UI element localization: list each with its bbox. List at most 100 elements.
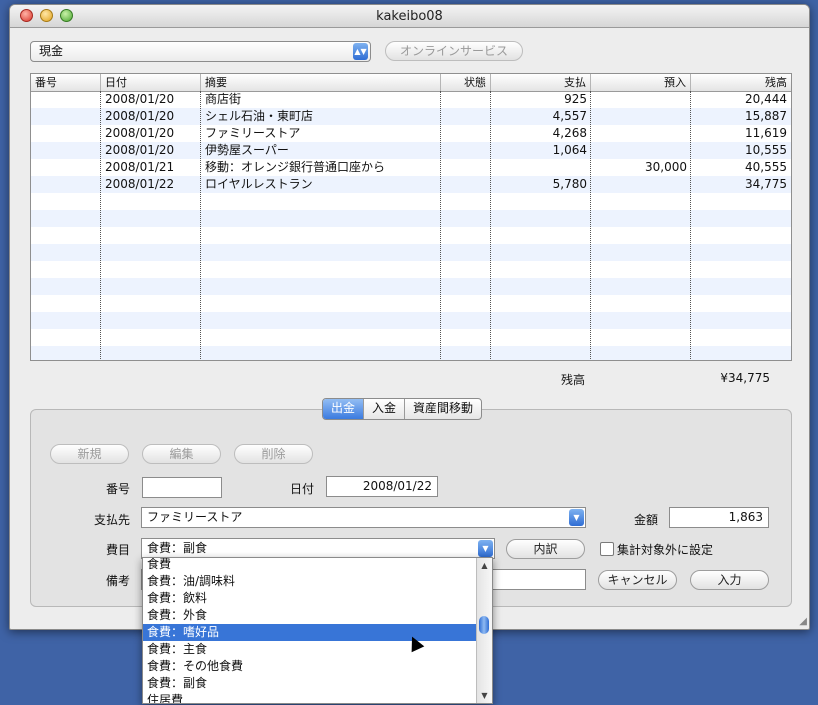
column-divider: [200, 91, 201, 360]
dropdown-item[interactable]: 食費：外食: [143, 607, 476, 624]
cell-deposit: [591, 176, 691, 193]
dropdown-item[interactable]: 食費：飲料: [143, 590, 476, 607]
amount-label: 金額: [634, 513, 659, 527]
number-label: 番号: [106, 482, 131, 496]
cell-number: [31, 108, 101, 125]
chevron-down-icon[interactable]: ▼: [569, 509, 584, 526]
category-dropdown-list[interactable]: 食費 食費：油/調味料 食費：飲料 食費：外食 食費：嗜好品 食費：主食 食費：その他食費食…: [142, 557, 493, 704]
table-row[interactable]: 2008/01/21 移動：オレンジ銀行普通口座から 30,000 40,555: [31, 159, 791, 176]
col-header-number[interactable]: 番号: [31, 74, 101, 91]
online-service-button[interactable]: オンラインサービス: [385, 41, 523, 61]
cell-deposit: [591, 91, 691, 108]
transaction-table[interactable]: 番号 日付 摘要 状態 支払 預入 残高 2008/01/20 商店街 925 20,…: [30, 73, 792, 361]
table-row[interactable]: [31, 244, 791, 261]
scroll-up-icon[interactable]: ▲: [477, 561, 492, 570]
cell-balance: 40,555: [745, 160, 787, 174]
table-row[interactable]: 2008/01/20 ファミリーストア 4,268 11,619: [31, 125, 791, 142]
dropdown-item[interactable]: 食費：主食: [143, 641, 476, 658]
cell-date: 2008/01/21: [105, 160, 175, 174]
memo-label: 備考: [106, 574, 131, 588]
col-header-balance[interactable]: 残高: [691, 74, 791, 91]
exclude-checkbox[interactable]: [600, 542, 614, 556]
column-divider: [100, 91, 101, 360]
exclude-label: 集計対象外に設定: [617, 543, 714, 557]
cell-description: 商店街: [205, 92, 242, 106]
title-bar: kakeibo08: [10, 5, 809, 28]
cell-balance: 20,444: [745, 92, 787, 106]
dropdown-item[interactable]: 食費：副食: [143, 675, 476, 692]
cell-payment: 925: [564, 92, 587, 106]
chevron-down-icon[interactable]: ▼: [478, 540, 493, 557]
cell-deposit: [591, 108, 691, 125]
cell-balance: 34,775: [745, 177, 787, 191]
chevron-updown-icon: ▲▼: [353, 43, 368, 60]
table-row[interactable]: [31, 346, 791, 360]
table-row[interactable]: [31, 261, 791, 278]
dropdown-item[interactable]: 食費：嗜好品: [143, 624, 476, 641]
table-row[interactable]: [31, 312, 791, 329]
number-field[interactable]: [142, 477, 222, 498]
date-label: 日付: [290, 482, 315, 496]
col-header-date[interactable]: 日付: [101, 74, 201, 91]
cell-status: [441, 108, 491, 125]
table-row[interactable]: 2008/01/22 ロイヤルレストラン 5,780 34,775: [31, 176, 791, 193]
cell-date: 2008/01/20: [105, 109, 175, 123]
dropdown-scrollbar[interactable]: ▲ ▼: [476, 558, 492, 703]
scroll-down-icon[interactable]: ▼: [477, 691, 492, 700]
cell-balance: 10,555: [745, 143, 787, 157]
balance-label: 残高: [561, 373, 586, 387]
table-row[interactable]: [31, 227, 791, 244]
main-window: kakeibo08 現金 ▲▼ オンラインサービス 番号 日付 摘要 状態 支払…: [9, 4, 810, 630]
new-button[interactable]: 新規: [50, 444, 129, 464]
table-header: 番号 日付 摘要 状態 支払 預入 残高: [31, 74, 791, 92]
col-header-deposit[interactable]: 預入: [591, 74, 691, 91]
cell-number: [31, 142, 101, 159]
amount-field[interactable]: 1,863: [669, 507, 769, 528]
tab-transfer[interactable]: 資産間移動: [405, 399, 481, 419]
breakdown-button[interactable]: 内訳: [506, 539, 585, 559]
cell-status: [441, 159, 491, 176]
cell-payment: 1,064: [552, 143, 587, 157]
cell-description: シェル石油・東町店: [205, 109, 314, 123]
edit-button[interactable]: 編集: [142, 444, 221, 464]
category-combo[interactable]: 食費：副食 ▼: [141, 538, 495, 559]
account-select[interactable]: 現金 ▲▼: [30, 41, 371, 62]
category-value: 食費：副食: [147, 541, 208, 555]
cell-deposit: [591, 125, 691, 142]
cell-status: [441, 176, 491, 193]
cell-number: [31, 176, 101, 193]
table-row[interactable]: [31, 278, 791, 295]
table-row[interactable]: [31, 329, 791, 346]
dropdown-item[interactable]: 食費：油/調味料: [143, 573, 476, 590]
dropdown-item[interactable]: 住居費: [143, 692, 476, 703]
account-select-value: 現金: [39, 44, 64, 58]
cell-number: [31, 91, 101, 108]
dropdown-item[interactable]: 食費：その他食費: [143, 658, 476, 675]
date-field[interactable]: 2008/01/22: [326, 476, 438, 497]
resize-grip-icon[interactable]: ◢: [799, 616, 807, 627]
col-header-status[interactable]: 状態: [441, 74, 491, 91]
scroll-thumb[interactable]: [479, 616, 489, 634]
cell-deposit: 30,000: [645, 160, 687, 174]
table-row[interactable]: 2008/01/20 商店街 925 20,444: [31, 91, 791, 108]
dropdown-item[interactable]: 食費: [143, 558, 476, 573]
tab-withdrawal[interactable]: 出金: [323, 399, 365, 419]
cell-payment: 5,780: [552, 177, 587, 191]
cell-number: [31, 125, 101, 142]
delete-button[interactable]: 削除: [234, 444, 313, 464]
payee-value: ファミリーストア: [147, 510, 243, 524]
tab-deposit[interactable]: 入金: [364, 399, 406, 419]
table-row[interactable]: [31, 193, 791, 210]
table-row[interactable]: 2008/01/20 伊勢屋スーパー 1,064 10,555: [31, 142, 791, 159]
cell-status: [441, 142, 491, 159]
table-row[interactable]: 2008/01/20 シェル石油・東町店 4,557 15,887: [31, 108, 791, 125]
col-header-description[interactable]: 摘要: [201, 74, 441, 91]
col-header-payment[interactable]: 支払: [491, 74, 591, 91]
payee-combo[interactable]: ファミリーストア ▼: [141, 507, 586, 528]
table-row[interactable]: [31, 210, 791, 227]
cell-balance: 15,887: [745, 109, 787, 123]
column-divider: [440, 91, 441, 360]
table-row[interactable]: [31, 295, 791, 312]
cancel-button[interactable]: キャンセル: [598, 570, 677, 590]
enter-button[interactable]: 入力: [690, 570, 769, 590]
